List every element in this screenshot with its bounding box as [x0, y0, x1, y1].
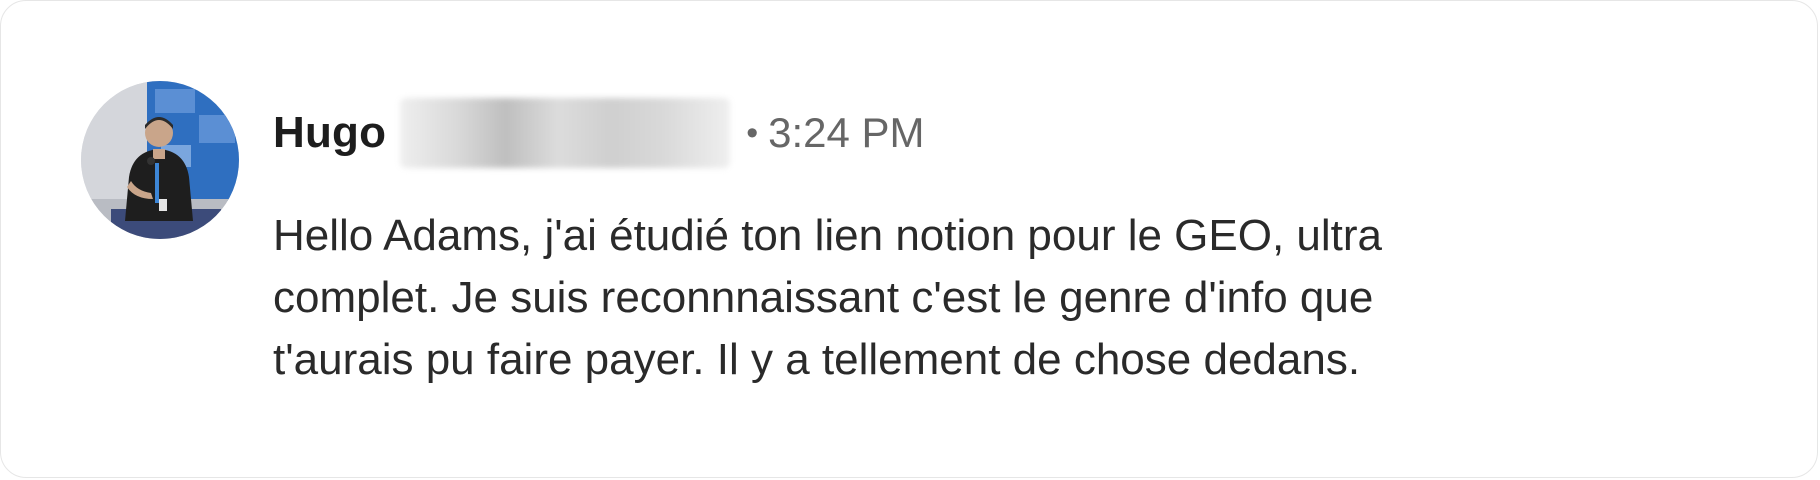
separator-dot: • — [746, 113, 759, 152]
message-line: complet. Je suis reconnnaissant c'est le… — [273, 273, 1374, 322]
avatar[interactable] — [81, 81, 239, 239]
avatar-photo-icon — [81, 81, 239, 239]
message-line: t'aurais pu faire payer. Il y a tellemen… — [273, 335, 1361, 384]
message-line: Hello Adams, j'ai étudié ton lien notion… — [273, 211, 1383, 260]
message-header: Hugo • 3:24 PM — [273, 97, 925, 169]
timestamp: 3:24 PM — [768, 109, 925, 156]
redacted-surname — [400, 98, 731, 168]
message-body: Hello Adams, j'ai étudié ton lien notion… — [273, 205, 1753, 391]
sender-name[interactable]: Hugo — [273, 108, 386, 158]
message-card: Hugo • 3:24 PM Hello Adams, j'ai étudié … — [0, 0, 1818, 478]
